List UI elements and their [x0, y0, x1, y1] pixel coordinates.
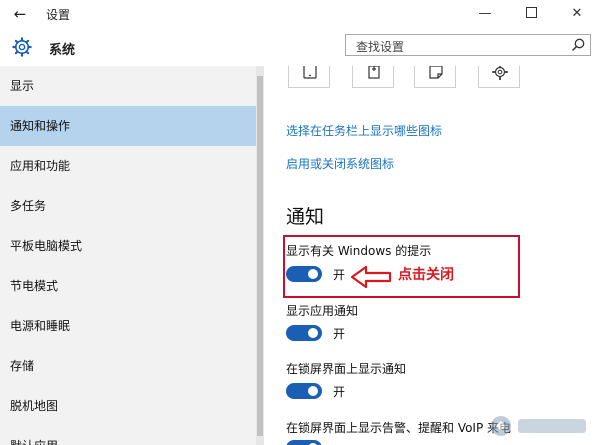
sidebar-item-apps[interactable]: 应用和功能 — [0, 146, 256, 186]
taskbar-icons-link[interactable]: 选择在任务栏上显示哪些图标 — [286, 122, 442, 139]
annotation-text: 点击关闭 — [398, 267, 454, 283]
settings-icon — [491, 66, 509, 81]
maximize-button[interactable] — [508, 0, 554, 28]
title-bar: ← 设置 — ✕ — [0, 0, 600, 28]
lockscreen-alarms-toggle[interactable] — [286, 440, 322, 445]
sidebar-item-default-apps[interactable]: 默认应用 — [0, 426, 256, 445]
lockscreen-notifications-toggle[interactable] — [286, 383, 322, 399]
note-icon — [429, 66, 443, 79]
sidebar-item-storage[interactable]: 存储 — [0, 346, 256, 386]
back-arrow-icon[interactable]: ← — [10, 4, 30, 24]
sidebar-item-power-sleep[interactable]: 电源和睡眠 — [0, 306, 256, 346]
red-arrow-icon — [350, 265, 392, 289]
quick-action-tile[interactable] — [352, 66, 394, 88]
page-header: 系统 查找设置 — [0, 28, 600, 66]
setting-label: 在锁屏界面上显示通知 — [286, 362, 407, 376]
toggle-knob — [308, 386, 318, 396]
connect-icon — [368, 66, 380, 79]
sidebar-item-battery-saver[interactable]: 节电模式 — [0, 266, 256, 306]
minimize-button[interactable]: — — [462, 0, 508, 28]
toggle-knob — [308, 328, 318, 338]
gear-icon — [12, 37, 32, 57]
close-button[interactable]: ✕ — [554, 0, 600, 28]
sidebar-scroll-thumb[interactable] — [257, 76, 263, 436]
sidebar-item-multitasking[interactable]: 多任务 — [0, 186, 256, 226]
window-title: 设置 — [46, 8, 71, 22]
app-notifications-toggle[interactable] — [286, 325, 322, 341]
maximize-icon — [525, 7, 537, 18]
sidebar-item-offline-maps[interactable]: 脱机地图 — [0, 386, 256, 426]
quick-action-tile[interactable] — [478, 66, 520, 88]
sidebar: 显示 通知和操作 应用和功能 多任务 平板电脑模式 节电模式 电源和睡眠 存储 … — [0, 66, 264, 445]
quick-action-tile[interactable] — [414, 66, 456, 88]
sidebar-item-tablet-mode[interactable]: 平板电脑模式 — [0, 226, 256, 266]
quick-action-tile[interactable] — [288, 66, 330, 88]
toggle-state-label: 开 — [333, 327, 346, 341]
app-title: 系统 — [49, 43, 76, 58]
watermark-logo — [491, 416, 586, 436]
system-icons-link[interactable]: 启用或关闭系统图标 — [286, 155, 394, 172]
tablet-mode-icon — [303, 66, 317, 79]
search-placeholder: 查找设置 — [356, 40, 405, 54]
sidebar-item-display[interactable]: 显示 — [0, 66, 256, 106]
toggle-state-label: 开 — [333, 385, 346, 399]
setting-label: 在锁屏界面上显示告警、提醒和 VoIP 来电 — [286, 421, 512, 435]
search-icon[interactable] — [570, 37, 586, 53]
sidebar-item-notifications[interactable]: 通知和操作 — [0, 106, 256, 146]
search-input[interactable]: 查找设置 — [345, 34, 591, 56]
setting-label: 显示应用通知 — [286, 304, 359, 318]
section-title: 通知 — [286, 206, 325, 228]
